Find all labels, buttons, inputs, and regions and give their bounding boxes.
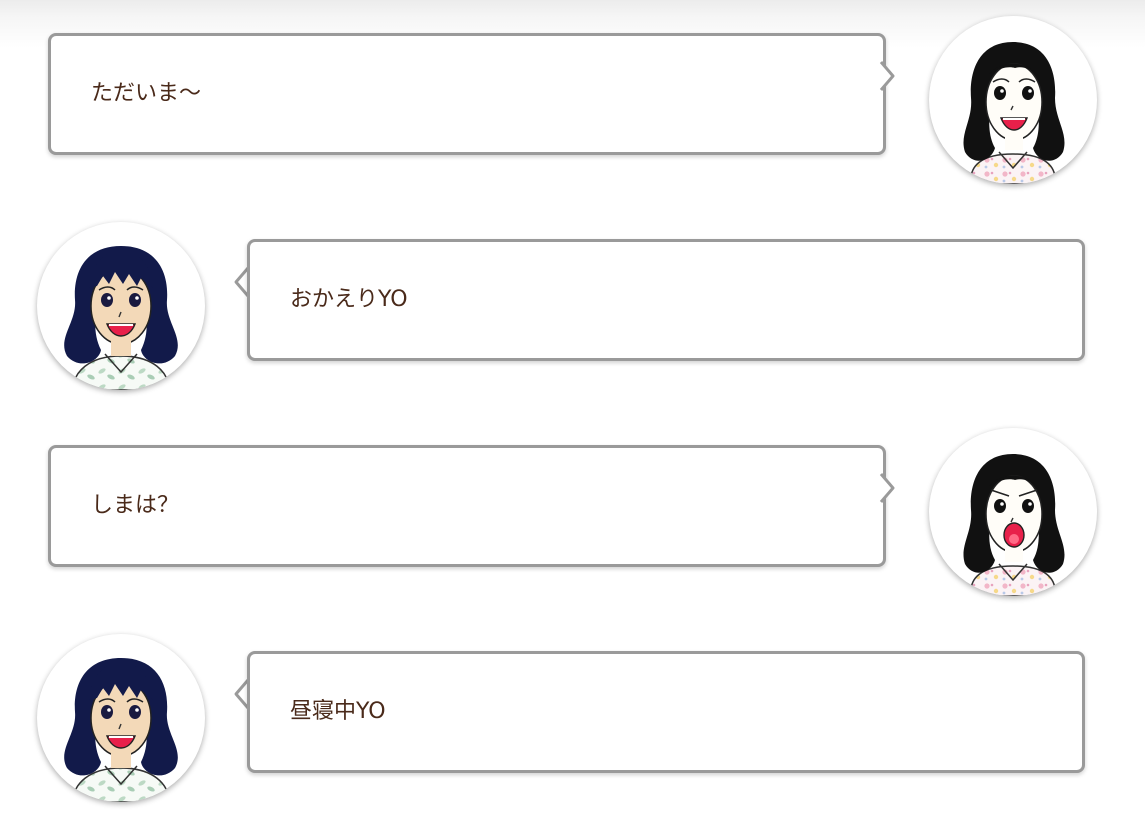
- woman-black-hair-icon: [963, 42, 1065, 184]
- avatar-navy-hair-woman: [37, 634, 205, 802]
- chat-message: ただいま〜: [0, 16, 1145, 186]
- bubble-tail-left: [234, 679, 250, 709]
- woman-navy-hair-icon: [64, 246, 178, 390]
- speech-bubble: 昼寝中YO: [247, 651, 1085, 773]
- speech-bubble: おかえりYO: [247, 239, 1085, 361]
- speech-bubble: しまは？: [48, 445, 886, 567]
- message-text: おかえりYO: [290, 287, 408, 312]
- message-text: しまは？: [91, 493, 180, 518]
- avatar-navy-hair-woman: [37, 222, 205, 390]
- avatar-black-hair-woman: [929, 428, 1097, 596]
- bubble-tail-right: [879, 61, 895, 91]
- bubble-tail-right: [879, 473, 895, 503]
- avatar-black-hair-woman: [929, 16, 1097, 184]
- woman-navy-hair-icon: [64, 658, 178, 802]
- bubble-tail-left: [234, 267, 250, 297]
- message-text: 昼寝中YO: [290, 699, 386, 724]
- chat-message: 昼寝中YO: [0, 634, 1145, 804]
- chat-message: しまは？: [0, 428, 1145, 598]
- speech-bubble: ただいま〜: [48, 33, 886, 155]
- chat-message: おかえりYO: [0, 222, 1145, 392]
- message-text: ただいま〜: [91, 81, 202, 106]
- woman-black-hair-surprised-icon: [963, 454, 1065, 596]
